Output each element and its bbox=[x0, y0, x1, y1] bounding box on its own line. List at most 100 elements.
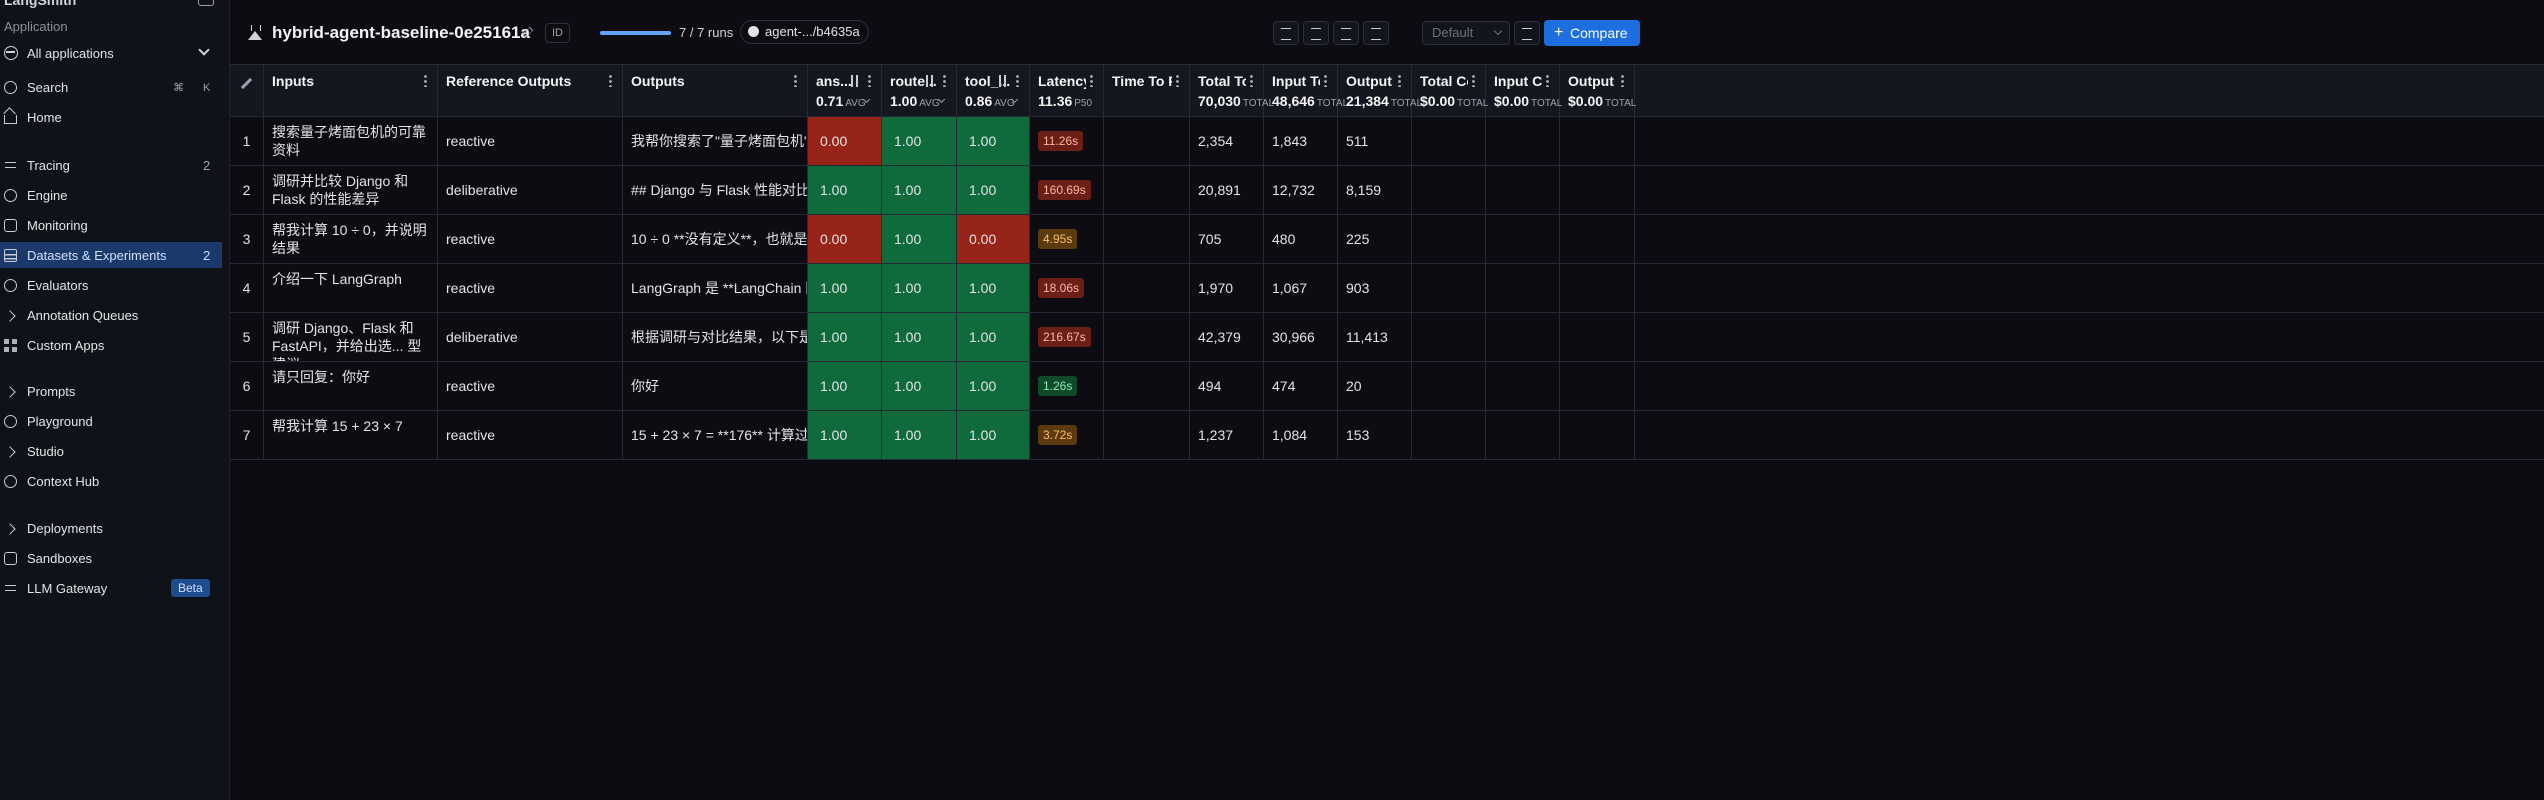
cell-inputs[interactable]: 请只回复：你好 bbox=[264, 362, 438, 410]
column-menu-icon[interactable] bbox=[609, 74, 612, 87]
cell-outputs[interactable]: ## Django 与 Flask 性能对比最终结论 ### bbox=[623, 166, 808, 214]
cell-ans[interactable]: 1.00 bbox=[808, 362, 882, 410]
sidebar-item-studio[interactable]: Studio bbox=[0, 438, 222, 464]
cell-tool[interactable]: 0.00 bbox=[957, 215, 1030, 263]
table-row[interactable]: 3 帮我计算 10 ÷ 0，并说明结果 reactive 10 ÷ 0 **没有定义*… bbox=[230, 215, 2544, 264]
compare-button[interactable]: Compare bbox=[1544, 20, 1640, 46]
column-menu-icon[interactable] bbox=[1176, 74, 1179, 87]
column-header-ttft[interactable]: Time To Fir... bbox=[1104, 65, 1190, 117]
cell-tool[interactable]: 1.00 bbox=[957, 117, 1030, 165]
cell-ref[interactable]: reactive bbox=[438, 117, 623, 165]
compare-view-button[interactable] bbox=[1363, 21, 1389, 45]
cell-inputs[interactable]: 介绍一下 LangGraph bbox=[264, 264, 438, 312]
column-header-inputs[interactable]: Inputs bbox=[264, 65, 438, 117]
column-menu-icon[interactable] bbox=[1324, 74, 1327, 87]
sidebar-item-custom-apps[interactable]: Custom Apps bbox=[0, 332, 222, 358]
cell-ref[interactable]: deliberative bbox=[438, 166, 623, 214]
sidebar-item-tracing[interactable]: Tracing 2 bbox=[0, 152, 222, 178]
sidebar-item-engine[interactable]: Engine bbox=[0, 182, 222, 208]
cell-tool[interactable]: 1.00 bbox=[957, 411, 1030, 459]
column-menu-icon[interactable] bbox=[1250, 74, 1253, 87]
column-header-outputs[interactable]: Outputs bbox=[623, 65, 808, 117]
column-menu-icon[interactable] bbox=[1398, 74, 1401, 87]
sidebar-item-llm-gateway[interactable]: LLM Gateway Beta bbox=[0, 575, 222, 601]
sidebar-item-sandboxes[interactable]: Sandboxes bbox=[0, 545, 222, 571]
cell-inputs[interactable]: 帮我计算 15 + 23 × 7 bbox=[264, 411, 438, 459]
sort-icon[interactable] bbox=[997, 75, 1008, 87]
cell-ref[interactable]: reactive bbox=[438, 411, 623, 459]
cell-route[interactable]: 1.00 bbox=[882, 166, 957, 214]
cell-route[interactable]: 1.00 bbox=[882, 264, 957, 312]
sidebar-item-prompts[interactable]: Prompts bbox=[0, 378, 222, 404]
column-header-output_tokens[interactable]: Output T... 21,384TOTAL bbox=[1338, 65, 1422, 117]
column-menu-icon[interactable] bbox=[1016, 74, 1019, 87]
column-header-input_tokens[interactable]: Input To... 48,646TOTAL bbox=[1264, 65, 1348, 117]
column-header-latency[interactable]: Latency 11.36 P50 bbox=[1030, 65, 1104, 117]
sidebar-item-search[interactable]: Search ⌘ K bbox=[0, 74, 222, 100]
sidebar-item-playground[interactable]: Playground bbox=[0, 408, 222, 434]
copy-id-button[interactable]: ID bbox=[545, 23, 570, 43]
table-row[interactable]: 5调研 Django、Flask 和 FastAPI，并给出选... 型建议de… bbox=[230, 313, 2544, 362]
cell-outputs[interactable]: 10 ÷ 0 **没有定义**，也就是说这个算式没有 bbox=[623, 215, 808, 263]
cell-ans[interactable]: 0.00 bbox=[808, 117, 882, 165]
sort-icon[interactable] bbox=[924, 75, 935, 87]
cell-route[interactable]: 1.00 bbox=[882, 117, 957, 165]
cell-ref[interactable]: reactive bbox=[438, 264, 623, 312]
sidebar-item-datasets[interactable]: Datasets & Experiments 2 bbox=[0, 242, 222, 268]
table-row[interactable]: 7 帮我计算 15 + 23 × 7 reactive 15 + 23 × 7 = *… bbox=[230, 411, 2544, 460]
cell-inputs[interactable]: 帮我计算 10 ÷ 0，并说明结果 bbox=[264, 215, 438, 263]
column-menu-icon[interactable] bbox=[794, 74, 797, 87]
cell-tool[interactable]: 1.00 bbox=[957, 362, 1030, 410]
cell-outputs[interactable]: 你好 bbox=[623, 362, 808, 410]
column-menu-icon[interactable] bbox=[424, 74, 427, 87]
cell-route[interactable]: 1.00 bbox=[882, 215, 957, 263]
sidebar-item-annotation-queues[interactable]: Annotation Queues bbox=[0, 302, 222, 328]
table-row[interactable]: 2 调研并比较 Django 和 Flask 的性能差异 deliberative #… bbox=[230, 166, 2544, 215]
column-menu-icon[interactable] bbox=[943, 74, 946, 87]
column-header-output_cost[interactable]: Output C... $0.00TOTAL bbox=[1560, 65, 1636, 117]
cell-route[interactable]: 1.00 bbox=[882, 313, 957, 361]
column-header-total_cost[interactable]: Total Cost $0.00TOTAL bbox=[1412, 65, 1488, 117]
column-menu-icon[interactable] bbox=[1090, 74, 1093, 87]
cell-inputs[interactable]: 调研 Django、Flask 和 FastAPI，并给出选... 型建议 bbox=[264, 313, 438, 361]
cell-outputs[interactable]: 15 + 23 × 7 = **176** 计算过程：先算 23 bbox=[623, 411, 808, 459]
column-header-total_tokens[interactable]: Total Tok... 70,030TOTAL bbox=[1190, 65, 1274, 117]
column-menu-icon[interactable] bbox=[868, 74, 871, 87]
sidebar-item-deployments[interactable]: Deployments bbox=[0, 515, 222, 541]
cell-ans[interactable]: 0.00 bbox=[808, 215, 882, 263]
app-selector[interactable]: All applications bbox=[0, 41, 220, 65]
cell-outputs[interactable]: LangGraph 是 **LangChain 团队**推出的一 bbox=[623, 264, 808, 312]
cell-ans[interactable]: 1.00 bbox=[808, 166, 882, 214]
cell-route[interactable]: 1.00 bbox=[882, 411, 957, 459]
cell-tool[interactable]: 1.00 bbox=[957, 264, 1030, 312]
column-header-tool[interactable]: tool_... 0.86 AVG bbox=[957, 65, 1030, 117]
cell-route[interactable]: 1.00 bbox=[882, 362, 957, 410]
group-button[interactable] bbox=[1333, 21, 1359, 45]
sidebar-item-monitoring[interactable]: Monitoring bbox=[0, 212, 222, 238]
commit-chip[interactable]: agent-.../b4635a bbox=[740, 20, 869, 44]
sidebar-toggle-icon[interactable] bbox=[198, 0, 214, 6]
view-select[interactable]: Default bbox=[1422, 21, 1510, 45]
cell-ans[interactable]: 1.00 bbox=[808, 313, 882, 361]
sidebar-item-context-hub[interactable]: Context Hub bbox=[0, 468, 222, 494]
edit-column-header[interactable] bbox=[230, 65, 264, 117]
cell-tool[interactable]: 1.00 bbox=[957, 166, 1030, 214]
cell-ref[interactable]: reactive bbox=[438, 362, 623, 410]
table-row[interactable]: 4 介绍一下 LangGraph reactive LangGraph 是 **Lan… bbox=[230, 264, 2544, 313]
columns-button[interactable] bbox=[1514, 21, 1540, 45]
filter-button[interactable] bbox=[1303, 21, 1329, 45]
column-header-input_cost[interactable]: Input Cost $0.00TOTAL bbox=[1486, 65, 1562, 117]
column-header-ref[interactable]: Reference Outputs bbox=[438, 65, 623, 117]
download-button[interactable] bbox=[1273, 21, 1299, 45]
cell-ref[interactable]: deliberative bbox=[438, 313, 623, 361]
column-menu-icon[interactable] bbox=[1546, 74, 1549, 87]
cell-ans[interactable]: 1.00 bbox=[808, 264, 882, 312]
cell-ans[interactable]: 1.00 bbox=[808, 411, 882, 459]
cell-outputs[interactable]: 我帮你搜索了"量子烤面包机"及相关英文关键 bbox=[623, 117, 808, 165]
sort-icon[interactable] bbox=[849, 75, 860, 87]
column-menu-icon[interactable] bbox=[1472, 74, 1475, 87]
column-menu-icon[interactable] bbox=[1621, 74, 1624, 87]
column-header-route[interactable]: route... 1.00 AVG bbox=[882, 65, 957, 117]
sidebar-item-home[interactable]: Home bbox=[0, 104, 222, 130]
cell-tool[interactable]: 1.00 bbox=[957, 313, 1030, 361]
